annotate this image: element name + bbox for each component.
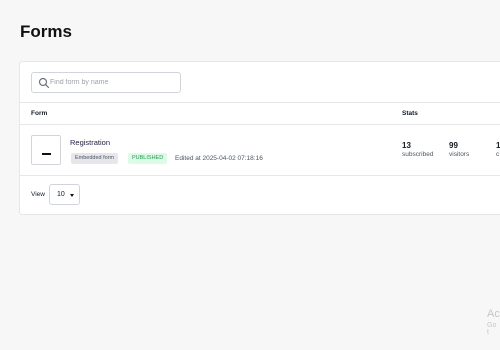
page-size-value: 10 bbox=[57, 191, 65, 198]
stat-third-value: 1 bbox=[496, 141, 500, 150]
search-icon bbox=[38, 77, 50, 89]
activation-watermark-title: Ac bbox=[487, 308, 500, 320]
chevron-down-icon bbox=[70, 194, 74, 197]
status-badge: PUBLISHED bbox=[128, 153, 168, 164]
form-type-badge: Embedded form bbox=[71, 153, 119, 164]
column-header-form: Form bbox=[31, 110, 48, 117]
form-thumbnail-icon bbox=[42, 153, 51, 155]
form-thumbnail[interactable] bbox=[31, 135, 61, 165]
edited-timestamp: Edited at 2025-04-02 07:18:16 bbox=[175, 155, 263, 162]
stat-third-label: c bbox=[496, 151, 500, 158]
table-header: Form Stats bbox=[20, 102, 500, 125]
stat-subscribed-value: 13 bbox=[402, 141, 411, 150]
view-label: View bbox=[31, 191, 45, 198]
activation-watermark-subtitle: Go t bbox=[487, 322, 497, 336]
stat-subscribed-label: subscribed bbox=[402, 151, 434, 158]
stat-visitors-label: visitors bbox=[449, 151, 470, 158]
column-header-stats: Stats bbox=[402, 110, 418, 117]
search-box[interactable] bbox=[31, 72, 181, 93]
page-title: Forms bbox=[20, 22, 72, 41]
stat-visitors-value: 99 bbox=[449, 141, 458, 150]
search-input[interactable] bbox=[50, 74, 175, 91]
page-size-select[interactable]: 10 bbox=[49, 184, 80, 205]
forms-card: Form Stats Registration Embedded form PU… bbox=[19, 61, 500, 215]
table-row[interactable]: Registration Embedded form PUBLISHED Edi… bbox=[20, 125, 500, 176]
form-name-link[interactable]: Registration bbox=[70, 138, 110, 147]
